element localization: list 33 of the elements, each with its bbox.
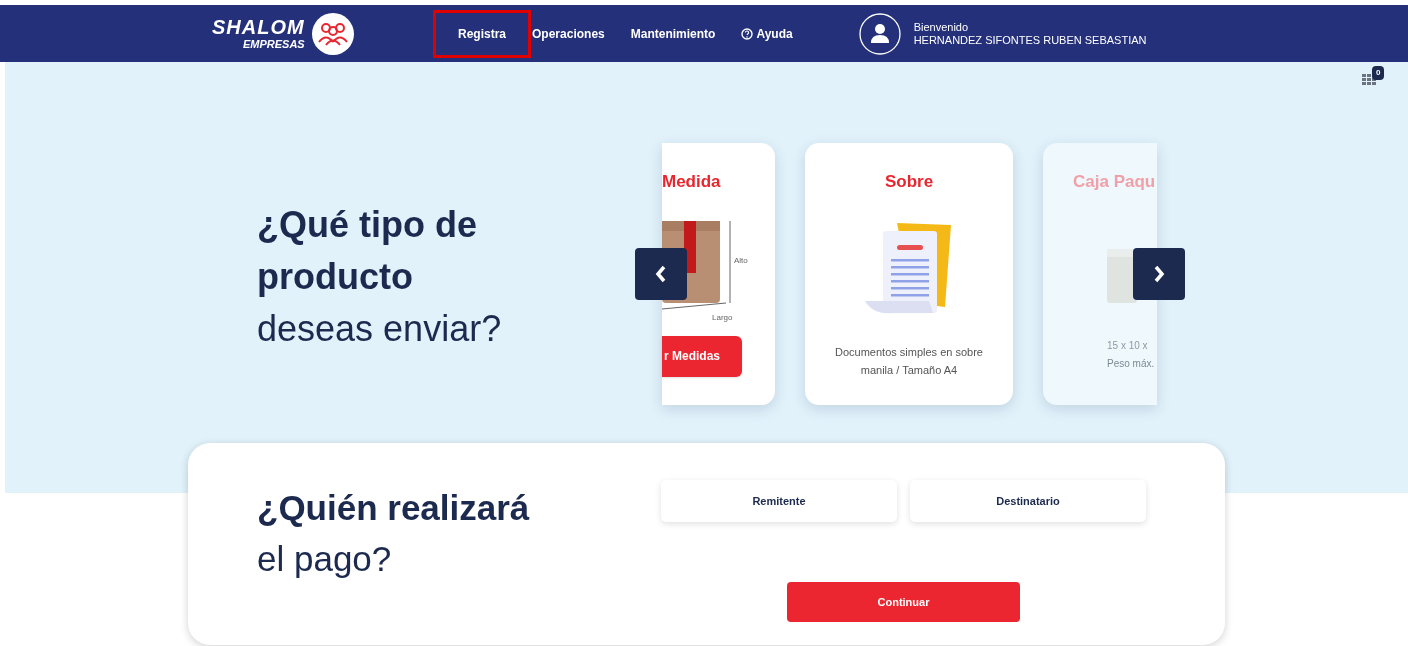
cart-button[interactable]: 0	[1362, 66, 1388, 88]
welcome-text: Bienvenido	[913, 20, 970, 34]
chevron-left-icon	[654, 265, 668, 283]
next-arrow-button[interactable]	[1133, 248, 1185, 300]
product-card[interactable]: Sobre Documentos simples en sobre manila / Tamaño A4	[805, 143, 1013, 405]
product-card[interactable]: Medida Alto Largo r Medidas	[662, 143, 775, 405]
dimension-label: Largo	[712, 311, 733, 324]
payer-option[interactable]: Destinatario	[910, 480, 1146, 522]
card-detail: Peso máx.	[1107, 356, 1155, 371]
people-logo-icon	[310, 11, 355, 56]
product-card[interactable]: Caja Paqu 15 x 10 x Peso máx.	[1043, 143, 1157, 405]
nav-link[interactable]: Operaciones	[532, 12, 605, 55]
nav-link[interactable]: Ayuda	[741, 12, 793, 55]
section-heading: ¿Quién realizará el pago?	[257, 487, 530, 580]
logo-title: SHALOM	[212, 17, 305, 37]
user-avatar-icon[interactable]	[858, 12, 901, 55]
card-title: Medida	[662, 171, 721, 193]
help-icon	[741, 27, 754, 40]
nav-link[interactable]: Mantenimiento	[630, 12, 716, 55]
previous-arrow-button[interactable]	[635, 248, 687, 300]
card-title: Sobre	[884, 171, 934, 193]
measure-button[interactable]: r Medidas	[662, 335, 742, 377]
cart-count-badge: 0	[1372, 66, 1385, 80]
continue-button[interactable]: Continuar	[787, 582, 1020, 622]
logo-subtitle: EMPRESAS	[242, 39, 305, 50]
chevron-right-icon	[1152, 265, 1166, 283]
card-detail: 15 x 10 x	[1107, 338, 1149, 353]
payer-option[interactable]: Remitente	[661, 480, 897, 522]
user-name: HERNANDEZ SIFONTES RUBEN SEBASTIAN	[913, 33, 1147, 47]
card-title: Caja Paqu	[1073, 171, 1156, 193]
nav-link[interactable]: Registra	[436, 12, 529, 55]
section-heading: ¿Qué tipo de producto deseas enviar?	[257, 203, 502, 352]
card-description: Documentos simples en sobre manila / Tamaño A4	[834, 344, 984, 378]
